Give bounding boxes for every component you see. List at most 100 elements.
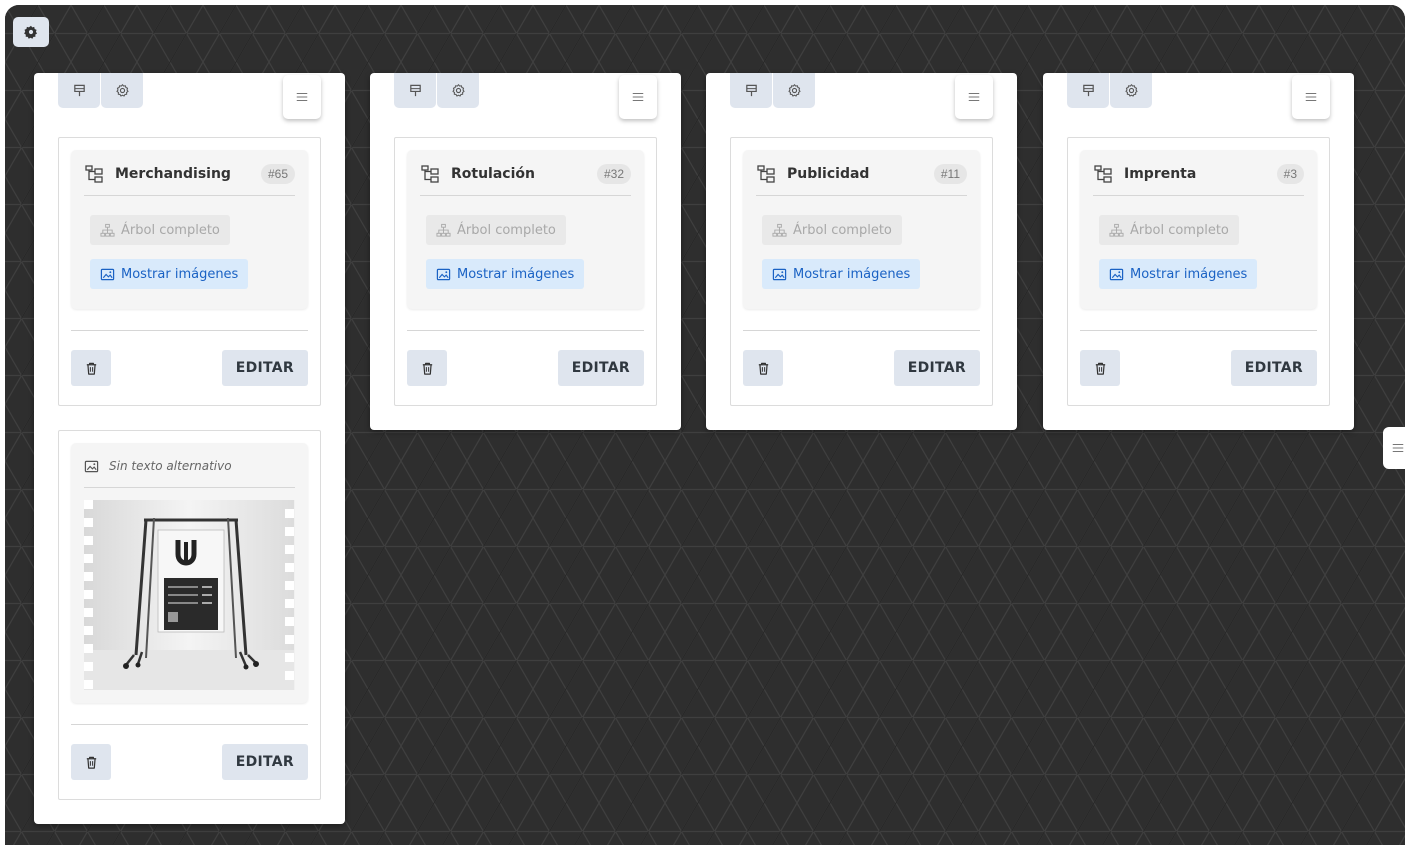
- category-header: Imprenta #3: [1093, 162, 1304, 196]
- full-tree-label: Árbol completo: [121, 222, 220, 238]
- pin-icon: [408, 83, 423, 98]
- image-icon: [84, 459, 99, 474]
- delete-button[interactable]: [71, 350, 111, 386]
- trash-icon: [1093, 361, 1108, 376]
- signage-stand-image: [84, 500, 294, 690]
- full-tree-chip: Árbol completo: [762, 215, 902, 245]
- board-settings-button[interactable]: [13, 17, 49, 47]
- show-images-button[interactable]: Mostrar imágenes: [426, 259, 585, 289]
- show-images-label: Mostrar imágenes: [1130, 266, 1248, 282]
- edit-button[interactable]: EDITAR: [221, 744, 308, 780]
- hamburger-icon: [631, 90, 645, 104]
- hamburger-icon: [1391, 441, 1405, 455]
- edit-button[interactable]: EDITAR: [557, 350, 644, 386]
- image-alt-header: Sin texto alternativo: [84, 455, 295, 488]
- pin-button[interactable]: [58, 73, 100, 108]
- card-footer: EDITAR: [1080, 330, 1317, 405]
- category-title: Imprenta: [1124, 166, 1197, 182]
- category-tree-icon: [756, 164, 776, 184]
- full-tree-label: Árbol completo: [1130, 222, 1229, 238]
- hamburger-icon: [295, 90, 309, 104]
- pin-button[interactable]: [1067, 73, 1109, 108]
- sitemap-icon: [772, 223, 787, 238]
- image-icon: [100, 267, 115, 282]
- image-preview[interactable]: [84, 500, 295, 690]
- column-rotulacion: Rotulación #32 Árbol completo Mostrar im…: [370, 73, 681, 430]
- column-settings-button[interactable]: [773, 73, 815, 108]
- pin-icon: [744, 83, 759, 98]
- column-menu-button[interactable]: [1292, 75, 1330, 119]
- image-card: Sin texto alternativo EDITAR: [58, 430, 321, 800]
- category-tree-icon: [420, 164, 440, 184]
- card-footer: EDITAR: [71, 724, 308, 799]
- column-menu-button[interactable]: [619, 75, 657, 119]
- column-settings-button[interactable]: [1110, 73, 1152, 108]
- edit-button[interactable]: EDITAR: [893, 350, 980, 386]
- card-footer: EDITAR: [407, 330, 644, 405]
- image-icon: [772, 267, 787, 282]
- category-card: Publicidad #11 Árbol completo Mostrar im…: [730, 137, 993, 406]
- image-icon: [436, 267, 451, 282]
- trash-icon: [84, 755, 99, 770]
- hamburger-icon: [967, 90, 981, 104]
- column-publicidad: Publicidad #11 Árbol completo Mostrar im…: [706, 73, 1017, 430]
- hamburger-icon: [1304, 90, 1318, 104]
- full-tree-label: Árbol completo: [457, 222, 556, 238]
- delete-button[interactable]: [407, 350, 447, 386]
- column-menu-button[interactable]: [955, 75, 993, 119]
- category-count-badge: #65: [260, 164, 295, 184]
- pin-button[interactable]: [730, 73, 772, 108]
- full-tree-chip: Árbol completo: [426, 215, 566, 245]
- category-card-body: Imprenta #3 Árbol completo Mostrar imáge…: [1080, 150, 1317, 309]
- column-toolbar: [34, 73, 345, 137]
- delete-button[interactable]: [743, 350, 783, 386]
- edit-button[interactable]: EDITAR: [221, 350, 308, 386]
- edit-button[interactable]: EDITAR: [1230, 350, 1317, 386]
- side-panel-handle[interactable]: [1383, 427, 1405, 469]
- category-header: Merchandising #65: [84, 162, 295, 196]
- category-header: Publicidad #11: [756, 162, 967, 196]
- pin-button[interactable]: [394, 73, 436, 108]
- column-menu-button[interactable]: [283, 75, 321, 119]
- category-count-badge: #32: [596, 164, 631, 184]
- gear-outline-icon: [451, 83, 466, 98]
- show-images-button[interactable]: Mostrar imágenes: [762, 259, 921, 289]
- column-imprenta: Imprenta #3 Árbol completo Mostrar imáge…: [1043, 73, 1354, 430]
- board-canvas: Merchandising #65 Árbol completo Mostrar…: [5, 5, 1405, 845]
- gear-outline-icon: [1124, 83, 1139, 98]
- category-tree-icon: [1093, 164, 1113, 184]
- show-images-label: Mostrar imágenes: [121, 266, 239, 282]
- category-card: Merchandising #65 Árbol completo Mostrar…: [58, 137, 321, 406]
- image-card-body: Sin texto alternativo: [71, 443, 308, 703]
- sitemap-icon: [1109, 223, 1124, 238]
- category-count-badge: #3: [1276, 164, 1304, 184]
- trash-icon: [756, 361, 771, 376]
- gear-outline-icon: [787, 83, 802, 98]
- column-toolbar: [1043, 73, 1354, 137]
- show-images-button[interactable]: Mostrar imágenes: [1099, 259, 1258, 289]
- show-images-label: Mostrar imágenes: [793, 266, 911, 282]
- show-images-button[interactable]: Mostrar imágenes: [90, 259, 249, 289]
- card-footer: EDITAR: [743, 330, 980, 405]
- category-card: Imprenta #3 Árbol completo Mostrar imáge…: [1067, 137, 1330, 406]
- category-title: Publicidad: [787, 166, 870, 182]
- column-toolbar: [706, 73, 1017, 137]
- column-toolbar: [370, 73, 681, 137]
- column-settings-button[interactable]: [101, 73, 143, 108]
- pin-icon: [72, 83, 87, 98]
- gear-outline-icon: [115, 83, 130, 98]
- category-card-body: Rotulación #32 Árbol completo Mostrar im…: [407, 150, 644, 309]
- column-settings-button[interactable]: [437, 73, 479, 108]
- image-alt-text: Sin texto alternativo: [109, 459, 232, 473]
- delete-button[interactable]: [1080, 350, 1120, 386]
- image-icon: [1109, 267, 1124, 282]
- category-count-badge: #11: [933, 164, 967, 184]
- category-card: Rotulación #32 Árbol completo Mostrar im…: [394, 137, 657, 406]
- category-tree-icon: [84, 164, 104, 184]
- category-card-body: Merchandising #65 Árbol completo Mostrar…: [71, 150, 308, 309]
- full-tree-chip: Árbol completo: [1099, 215, 1239, 245]
- category-title: Rotulación: [451, 166, 535, 182]
- delete-button[interactable]: [71, 744, 111, 780]
- column-merchandising: Merchandising #65 Árbol completo Mostrar…: [34, 73, 345, 824]
- full-tree-label: Árbol completo: [793, 222, 892, 238]
